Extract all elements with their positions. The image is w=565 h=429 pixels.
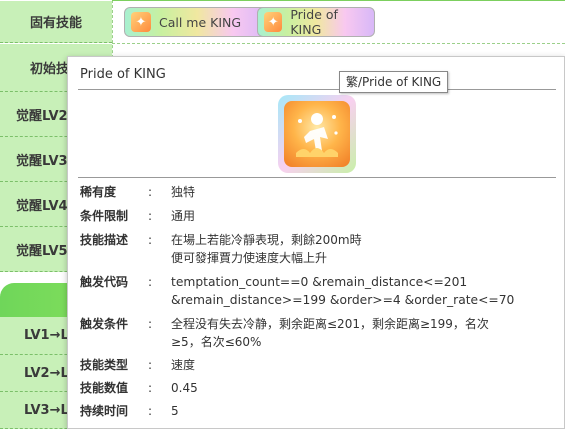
top-border: [112, 0, 565, 1]
skill-chip-call-me-king[interactable]: ✦ Call me KING: [124, 7, 270, 37]
skill-detail-popup: Pride of KING 稀有度 : 独特 条件限制 : 通用 技能描述 : …: [67, 56, 565, 429]
row-label-innate-skill: 固有技能: [0, 1, 112, 43]
skill-speed-icon: ✦: [131, 12, 151, 32]
tooltip: 繁/Pride of KING: [339, 71, 449, 93]
skill-chip-label: Call me KING: [159, 14, 242, 30]
divider: [78, 177, 556, 178]
popup-title: Pride of KING: [80, 67, 166, 82]
skill-chip-label: Pride of KING: [290, 7, 338, 37]
skill-chip-pride-of-king[interactable]: ✦ Pride of KING: [257, 7, 375, 37]
divider: [78, 89, 556, 90]
running-figure-icon: [296, 113, 338, 157]
row-divider: [112, 43, 565, 45]
skill-speed-icon: ✦: [264, 12, 283, 32]
skill-large-icon: [278, 95, 356, 173]
